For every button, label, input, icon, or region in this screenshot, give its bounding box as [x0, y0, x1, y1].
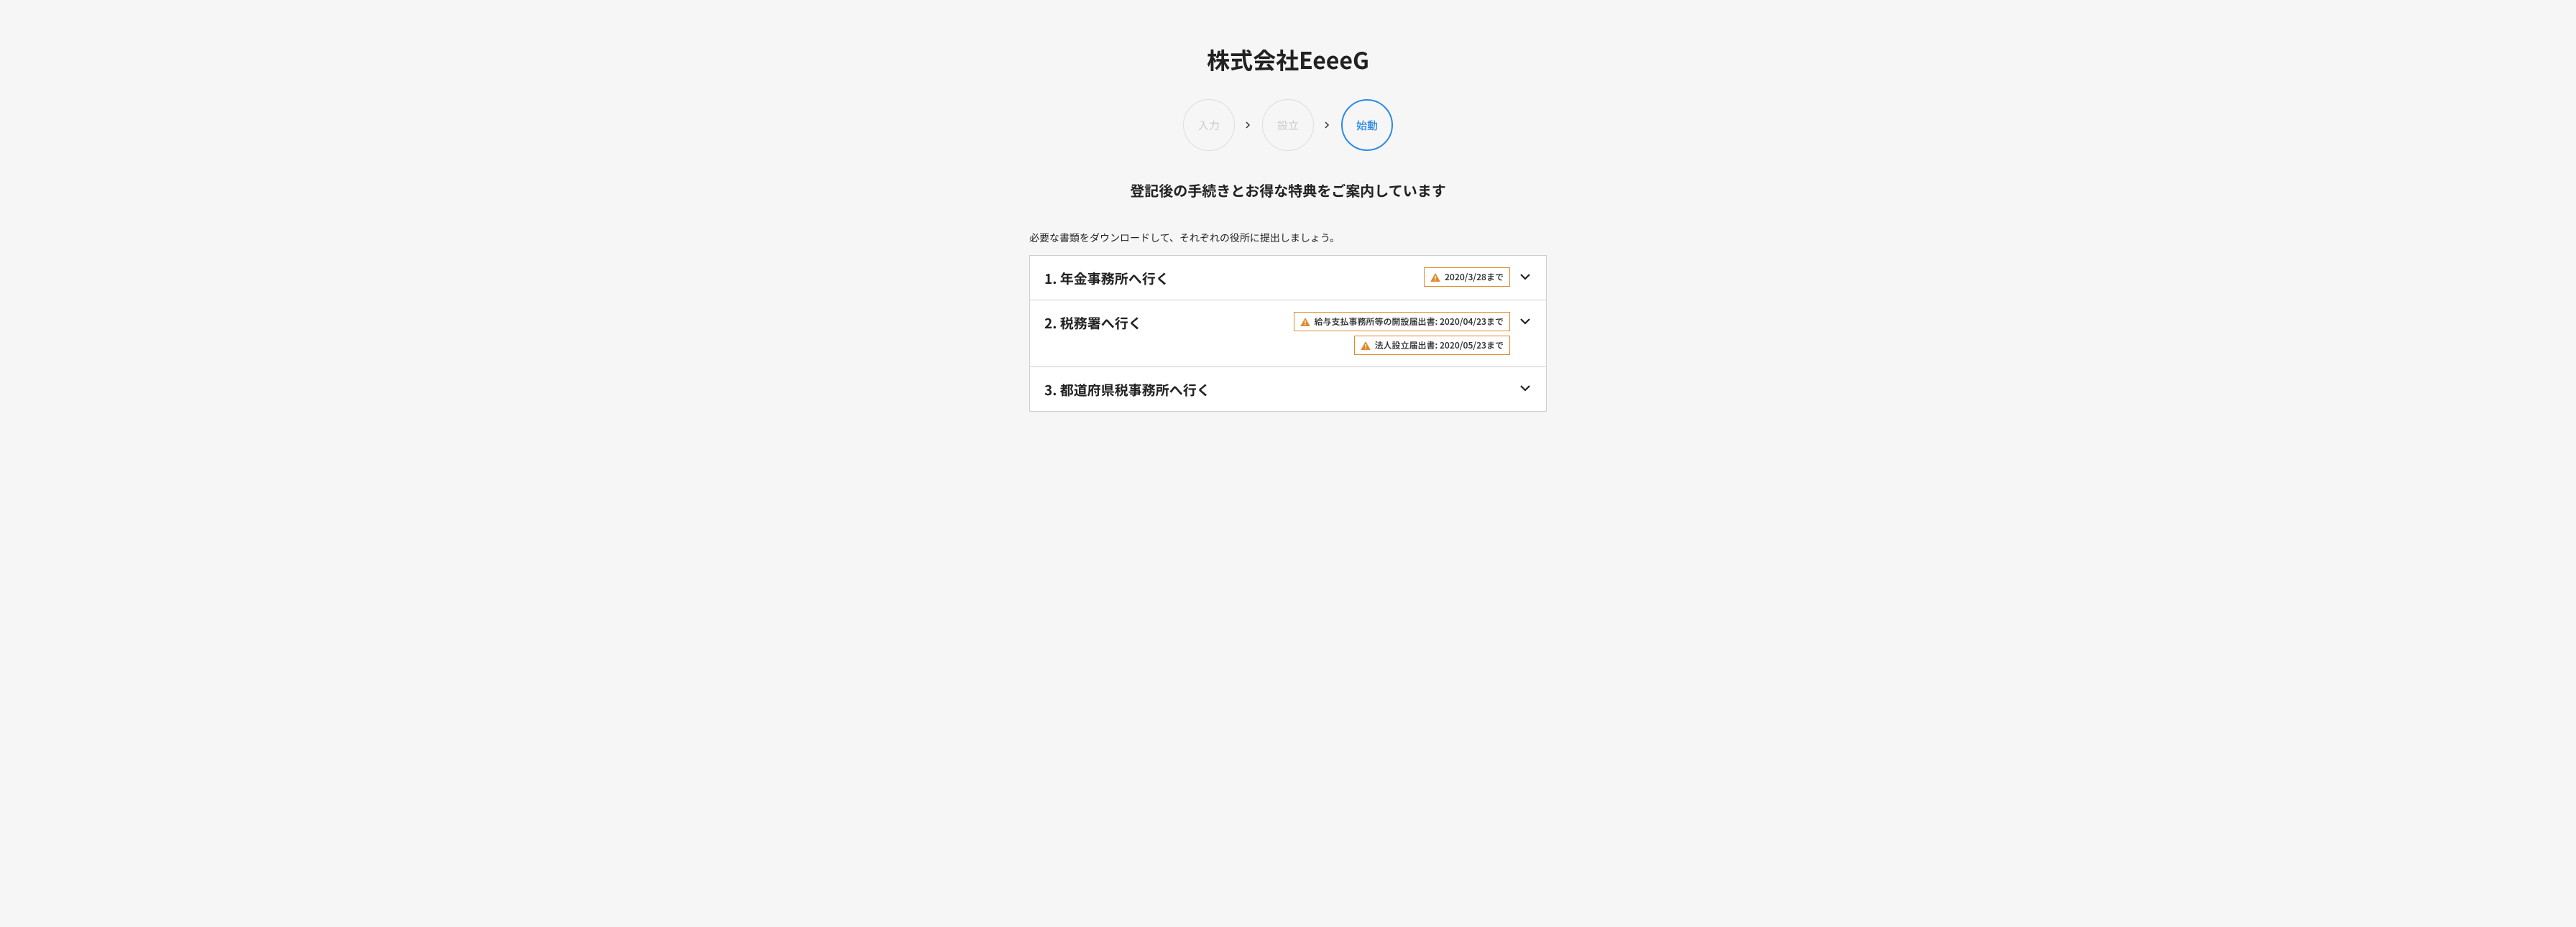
accordion-right: 給与支払事務所等の開設届出書: 2020/04/23まで 法人設立届出書: 20…: [1151, 312, 1532, 355]
deadline-badge: 給与支払事務所等の開設届出書: 2020/04/23まで: [1294, 312, 1510, 331]
accordion-title: 1. 年金事務所へ行く: [1044, 267, 1169, 288]
accordion-item-pension-office[interactable]: 1. 年金事務所へ行く 2020/3/28まで: [1030, 256, 1546, 300]
step-start[interactable]: 始動: [1341, 99, 1393, 151]
progress-steps: 入力 設立 始動: [1029, 99, 1547, 151]
subtitle: 登記後の手続きとお得な特典をご案内しています: [1029, 180, 1547, 200]
accordion-title: 2. 税務署へ行く: [1044, 312, 1142, 333]
main-container: 株式会社EeeeG 入力 設立 始動 登記後の手続きとお得な特典をご案内していま…: [1029, 0, 1547, 412]
warning-icon: [1430, 273, 1440, 282]
deadline-badge: 2020/3/28まで: [1424, 267, 1510, 287]
page-title: 株式会社EeeeG: [1029, 43, 1547, 76]
deadline-badges: 2020/3/28まで: [1424, 267, 1510, 287]
deadline-text: 2020/3/28まで: [1445, 271, 1504, 283]
step-establish[interactable]: 設立: [1262, 99, 1314, 151]
chevron-down-icon: [1519, 270, 1532, 283]
accordion-item-prefectural-tax-office[interactable]: 3. 都道府県税事務所へ行く: [1030, 367, 1546, 411]
chevron-down-icon: [1519, 315, 1532, 328]
accordion-title: 3. 都道府県税事務所へ行く: [1044, 379, 1210, 400]
warning-icon: [1300, 318, 1310, 326]
accordion-right: [1219, 379, 1532, 395]
chevron-down-icon: [1519, 382, 1532, 395]
deadline-text: 法人設立届出書: 2020/05/23まで: [1375, 339, 1504, 351]
deadline-badge: 法人設立届出書: 2020/05/23まで: [1354, 336, 1510, 355]
step-input[interactable]: 入力: [1183, 99, 1235, 151]
accordion-right: 2020/3/28まで: [1178, 267, 1532, 287]
task-accordion: 1. 年金事務所へ行く 2020/3/28まで 2. 税務署へ行く: [1029, 255, 1547, 412]
arrow-right-icon: [1245, 118, 1252, 132]
instructions-text: 必要な書類をダウンロードして、それぞれの役所に提出しましょう。: [1029, 231, 1547, 245]
warning-icon: [1361, 341, 1371, 350]
accordion-item-tax-office[interactable]: 2. 税務署へ行く 給与支払事務所等の開設届出書: 2020/04/23まで 法…: [1030, 300, 1546, 367]
deadline-text: 給与支払事務所等の開設届出書: 2020/04/23まで: [1315, 315, 1504, 328]
arrow-right-icon: [1324, 118, 1331, 132]
deadline-badges: 給与支払事務所等の開設届出書: 2020/04/23まで 法人設立届出書: 20…: [1294, 312, 1510, 355]
